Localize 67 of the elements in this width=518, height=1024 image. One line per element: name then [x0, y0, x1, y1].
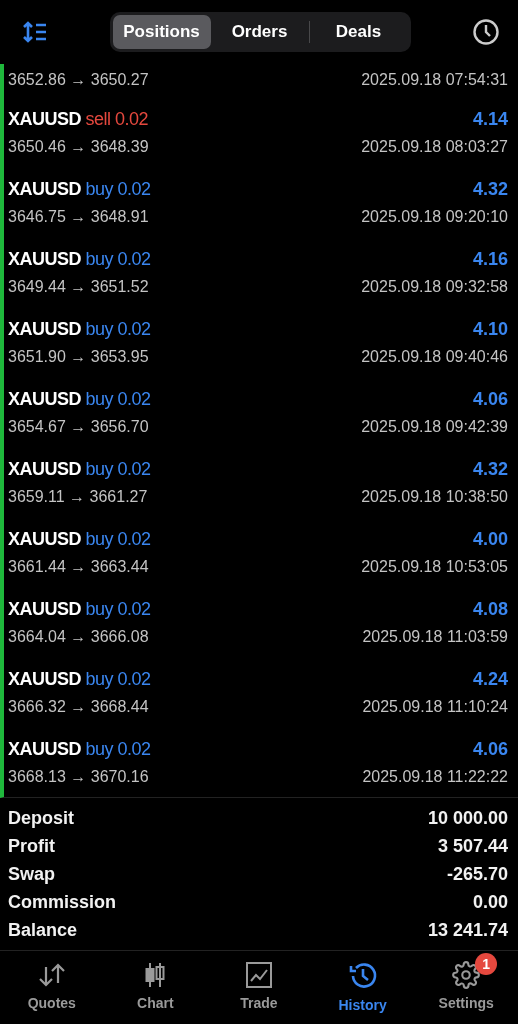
deal-time: 2025.09.18 10:38:50	[361, 488, 508, 506]
deal-time: 2025.09.18 09:42:39	[361, 418, 508, 436]
deal-prices: 3654.67 → 3656.70	[8, 418, 149, 436]
deal-profit: 4.32	[472, 178, 508, 200]
tab-bar-item[interactable]: Chart	[110, 953, 201, 1011]
deal-profit: 4.06	[472, 738, 508, 760]
summary-label: Deposit	[8, 807, 74, 829]
notification-badge: 1	[475, 953, 498, 975]
tab-bar-item[interactable]: Trade	[214, 953, 304, 1011]
deal-prices: 3646.75 → 3648.91	[8, 208, 149, 226]
deal-profit: 4.32	[472, 458, 508, 480]
deal-prices: 3651.90 → 3653.95	[8, 348, 149, 366]
deal-profit: 4.06	[472, 388, 508, 410]
summary-label: Profit	[8, 835, 55, 857]
deal-time: 2025.09.18 07:54:31	[361, 71, 508, 89]
deal-title: XAUUSD buy 0.02	[8, 458, 151, 480]
deal-title: XAUUSD buy 0.02	[8, 668, 151, 690]
deal-prices: 3659.11 → 3661.27	[8, 488, 148, 506]
deal-time: 2025.09.18 09:32:58	[361, 278, 508, 296]
summary-value: 3 507.44	[437, 835, 508, 857]
tab-bar-item[interactable]: Settings 1	[421, 953, 512, 1011]
deal-title: XAUUSD buy 0.02	[8, 388, 151, 410]
line-chart-icon	[245, 961, 273, 989]
clock-icon[interactable]	[472, 18, 500, 46]
deal-profit: 4.00	[472, 528, 508, 550]
tab-bar-item[interactable]: Quotes	[6, 953, 97, 1011]
deal-time: 2025.09.18 10:53:05	[361, 558, 508, 576]
deal-prices: 3652.86 → 3650.27	[8, 71, 149, 89]
deal-profit: 4.16	[472, 248, 508, 270]
arrows-icon	[36, 961, 67, 989]
segment-tab[interactable]: Deals	[309, 15, 408, 49]
deal-profit: 4.14	[472, 108, 508, 130]
sort-icon[interactable]	[22, 21, 48, 43]
deal-title: XAUUSD buy 0.02	[8, 178, 151, 200]
deal-title: XAUUSD sell 0.02	[8, 108, 149, 130]
deal-title: XAUUSD buy 0.02	[8, 318, 151, 340]
summary-value: 0.00	[472, 891, 508, 913]
deal-profit: 4.10	[472, 318, 508, 340]
deal-time: 2025.09.18 09:20:10	[361, 208, 508, 226]
segment-tab[interactable]: Orders	[210, 15, 309, 49]
deal-profit: 4.24	[472, 668, 508, 690]
deal-title: XAUUSD buy 0.02	[8, 528, 151, 550]
deal-title: XAUUSD buy 0.02	[8, 248, 151, 270]
deal-prices: 3664.04 → 3666.08	[8, 628, 149, 646]
deal-time: 2025.09.18 09:40:46	[361, 348, 508, 366]
deal-time: 2025.09.18 11:22:22	[362, 768, 508, 786]
summary-value: 13 241.74	[427, 919, 508, 941]
summary-label: Commission	[8, 891, 117, 913]
summary-label: Swap	[8, 863, 55, 885]
deal-prices: 3650.46 → 3648.39	[8, 138, 149, 156]
history-icon	[347, 961, 378, 991]
gear-icon	[452, 961, 481, 989]
deal-prices: 3666.32 → 3668.44	[8, 698, 149, 716]
deal-title: XAUUSD buy 0.02	[8, 738, 151, 760]
deal-prices: 3661.44 → 3663.44	[8, 558, 149, 576]
deal-time: 2025.09.18 11:03:59	[362, 628, 508, 646]
summary-value: 10 000.00	[427, 807, 508, 829]
deal-prices: 3668.13 → 3670.16	[8, 768, 149, 786]
summary-value: -265.70	[446, 863, 508, 885]
deal-prices: 3649.44 → 3651.52	[8, 278, 149, 296]
deal-time: 2025.09.18 11:10:24	[362, 698, 508, 716]
deal-title: XAUUSD buy 0.02	[8, 598, 151, 620]
summary-label: Balance	[8, 919, 78, 941]
deal-time: 2025.09.18 08:03:27	[361, 138, 508, 156]
segment-tab[interactable]: Positions	[112, 15, 211, 49]
tab-bar-item[interactable]: History	[317, 953, 408, 1013]
deal-profit: 4.08	[472, 598, 508, 620]
